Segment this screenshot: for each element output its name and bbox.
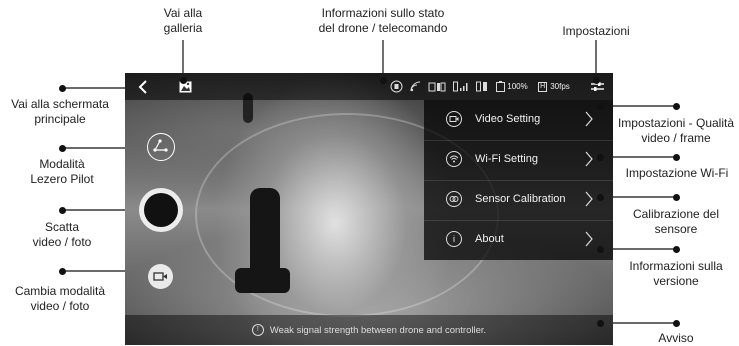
label-line: Informazioni sullo stato	[321, 6, 445, 20]
satellite-icon	[428, 82, 446, 91]
back-button[interactable]	[133, 73, 153, 100]
fps-value: 30fps	[550, 82, 570, 91]
label-gallery: Vai alla galleria	[150, 6, 216, 36]
label-calibration: Calibrazione del sensore	[622, 207, 730, 237]
label-switch-mode: Cambia modalità video / foto	[2, 284, 118, 314]
label-line: Impostazioni - Qualità	[617, 116, 735, 130]
label-wifi: Impostazione Wi-Fi	[625, 166, 729, 180]
chevron-right-icon	[585, 191, 593, 207]
label-warning: Avviso	[658, 331, 694, 345]
label-line: versione	[653, 274, 699, 288]
menu-item-video-setting[interactable]: Video Setting	[424, 100, 613, 141]
wifi-signal-indicator	[408, 73, 422, 100]
callout-dot	[379, 76, 387, 84]
callout-dot	[592, 76, 600, 84]
callout-dot	[58, 267, 66, 275]
switch-mode-button[interactable]	[148, 264, 173, 289]
warning-text: Weak signal strength between drone and c…	[269, 324, 487, 336]
callout-dot	[58, 144, 66, 152]
label-line: sensore	[654, 222, 698, 236]
battery-percentage: 100%	[507, 82, 528, 91]
callout-dot	[58, 84, 66, 92]
warning-bar: ! Weak signal strength between drone and…	[125, 315, 613, 345]
skater-legs	[235, 268, 290, 293]
label-line: Calibrazione del	[632, 207, 720, 221]
label-line: principale	[34, 112, 86, 126]
drone-camera-view: 100% H 30fps Video Setting Wi-Fi Setting	[125, 73, 613, 345]
signal-icon	[410, 81, 420, 92]
shutter-button[interactable]	[139, 188, 183, 232]
wifi-icon	[446, 151, 462, 167]
label-line: Cambia modalità	[14, 284, 106, 298]
pilot-mode-button[interactable]	[147, 133, 175, 161]
callout-dot	[58, 206, 66, 214]
callout-dot	[596, 102, 604, 110]
flight-status-indicator	[388, 73, 404, 100]
label-status: Informazioni sullo stato del drone / tel…	[303, 6, 463, 36]
callout-dot	[672, 245, 680, 253]
menu-item-about[interactable]: i About	[424, 220, 613, 260]
label-line: galleria	[163, 21, 203, 35]
pilot-mode-icon	[153, 139, 168, 152]
menu-item-label: Sensor Calibration	[475, 193, 566, 205]
shutter-core	[144, 193, 178, 227]
label-line: video / foto	[32, 235, 92, 249]
drone-battery-indicator: 100%	[493, 73, 531, 100]
top-status-bar: 100% H 30fps	[125, 73, 613, 100]
label-version: Informazioni sulla versione	[622, 259, 730, 289]
remote-signal-indicator	[452, 73, 470, 100]
label-pilot-mode: Modalità Lezero Pilot	[12, 157, 112, 187]
label-home: Vai alla schermata principale	[2, 97, 118, 127]
callout-dot	[672, 153, 680, 161]
callout-dot	[179, 76, 187, 84]
label-line: del drone / telecomando	[318, 21, 448, 35]
drone-status-icon	[390, 80, 402, 93]
label-line: Modalità	[39, 157, 85, 171]
chevron-right-icon	[585, 111, 593, 127]
video-icon	[446, 111, 462, 127]
menu-item-sensor-calibration[interactable]: Sensor Calibration	[424, 180, 613, 221]
settings-menu: Video Setting Wi-Fi Setting Sensor Calib…	[424, 100, 613, 260]
camera-switch-icon	[153, 272, 167, 281]
callout-dot	[672, 193, 680, 201]
menu-item-label: About	[475, 233, 504, 245]
label-settings: Impostazioni	[562, 24, 630, 38]
chevron-right-icon	[585, 231, 593, 247]
chevron-right-icon	[585, 151, 593, 167]
label-line: Lezero Pilot	[30, 172, 94, 186]
label-line: Vai alla schermata	[11, 97, 109, 111]
battery-icon	[496, 81, 506, 92]
menu-item-wifi-setting[interactable]: Wi-Fi Setting	[424, 140, 613, 181]
label-video-quality: Impostazioni - Qualità video / frame	[614, 116, 738, 146]
label-line: video / foto	[30, 299, 90, 313]
label-line: Scatta	[44, 220, 80, 234]
callout-dot	[672, 319, 680, 327]
callout-dot	[596, 153, 604, 161]
controller-battery-indicator	[475, 73, 489, 100]
video-format-indicator: H 30fps	[535, 73, 573, 100]
warning-icon: !	[251, 324, 264, 336]
sensor-icon	[446, 191, 462, 207]
callout-dot	[596, 319, 604, 327]
remote-signal-icon	[453, 81, 468, 92]
resolution-badge: H	[538, 81, 548, 92]
label-line: video / frame	[641, 131, 711, 145]
chevron-left-icon	[138, 79, 147, 94]
callout-dot	[672, 102, 680, 110]
label-capture: Scatta video / foto	[12, 220, 112, 250]
info-icon: i	[446, 231, 462, 247]
menu-item-label: Wi-Fi Setting	[475, 153, 538, 165]
callout-dot	[596, 245, 604, 253]
label-line: Informazioni sulla	[629, 259, 723, 273]
controller-battery-icon	[476, 81, 487, 92]
menu-item-label: Video Setting	[475, 113, 541, 125]
gps-indicator	[427, 73, 447, 100]
callout-dot	[596, 193, 604, 201]
label-line: Vai alla	[163, 6, 203, 20]
